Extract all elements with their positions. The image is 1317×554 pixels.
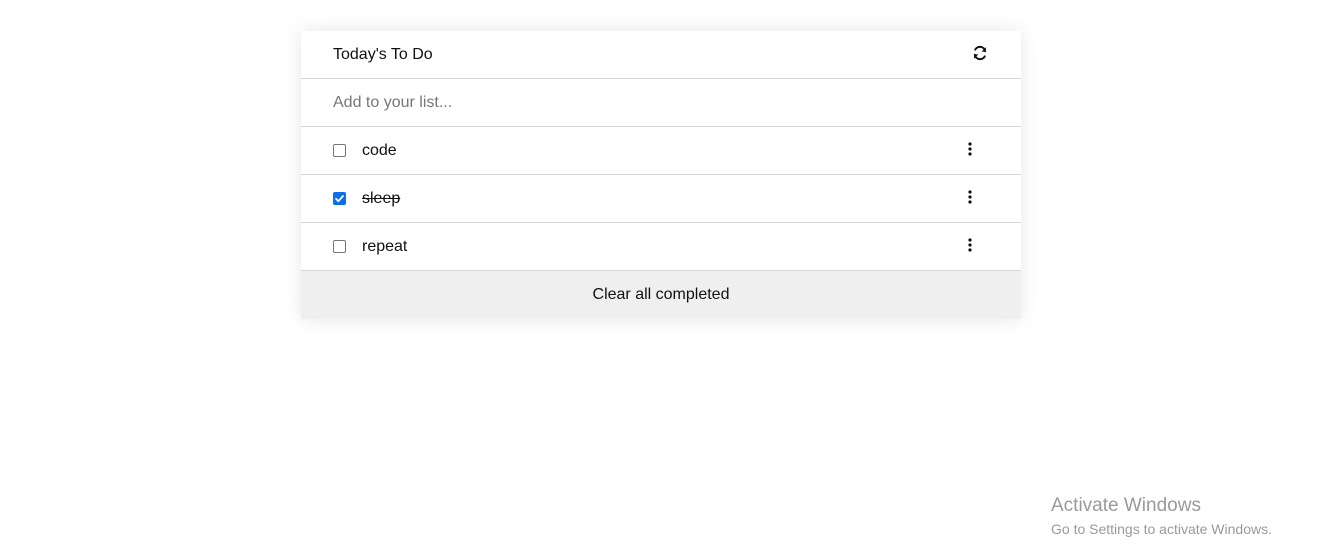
vertical-ellipsis-icon [968, 237, 972, 257]
activation-watermark: Activate Windows Go to Settings to activ… [1051, 494, 1272, 539]
add-item-row [301, 79, 1021, 127]
item-label: repeat [362, 237, 408, 255]
watermark-title: Activate Windows [1051, 495, 1201, 516]
item-label: sleep [362, 189, 401, 207]
item-checkbox[interactable] [333, 240, 346, 253]
item-checkbox[interactable] [333, 144, 346, 157]
list-item: sleep [301, 175, 1021, 223]
list-item: repeat [301, 223, 1021, 271]
item-menu-button[interactable] [960, 141, 980, 161]
todo-header: Today's To Do [301, 31, 1021, 79]
watermark-subtitle: Go to Settings to activate Windows. [1051, 521, 1272, 537]
item-menu-button[interactable] [960, 237, 980, 257]
refresh-button[interactable] [970, 45, 990, 65]
item-checkbox[interactable] [333, 192, 346, 205]
refresh-icon [972, 45, 988, 66]
vertical-ellipsis-icon [968, 141, 972, 161]
page-title: Today's To Do [333, 45, 433, 63]
clear-completed-button[interactable]: Clear all completed [301, 271, 1021, 319]
item-menu-button[interactable] [960, 189, 980, 209]
todo-card: Today's To Do code [301, 31, 1021, 319]
add-item-input[interactable] [333, 79, 933, 126]
item-label: code [362, 141, 397, 159]
list-item: code [301, 127, 1021, 175]
vertical-ellipsis-icon [968, 189, 972, 209]
